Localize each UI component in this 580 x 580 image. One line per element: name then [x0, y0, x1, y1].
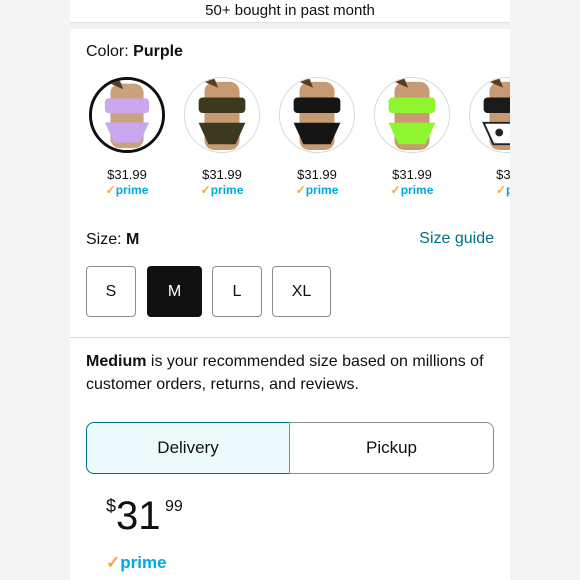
prime-text: pr: [506, 183, 510, 197]
swimsuit-thumbnail: [280, 78, 354, 152]
swatch-price: $31.99: [392, 167, 432, 182]
prime-text: prime: [400, 183, 434, 197]
color-swatch-black[interactable]: $31.99 ✓prime: [276, 77, 358, 197]
selected-size-value: M: [126, 231, 140, 248]
price-currency: $: [106, 496, 117, 516]
size-option-xl[interactable]: XL: [272, 266, 331, 317]
size-option-m[interactable]: M: [147, 266, 202, 317]
prime-check-icon: ✓: [106, 553, 121, 572]
color-swatch-neon-green[interactable]: $31.99 ✓prime: [371, 77, 453, 197]
color-label-prefix: Color:: [86, 43, 129, 60]
swatch-image: [279, 77, 355, 153]
color-swatch-floral[interactable]: $31 ✓pr: [466, 77, 510, 197]
tab-delivery[interactable]: Delivery: [86, 422, 290, 474]
prime-badge: ✓prime: [181, 183, 263, 197]
prime-check-icon: ✓: [105, 183, 116, 197]
left-margin: [0, 0, 70, 580]
swatch-image: [184, 77, 260, 153]
prime-check-icon: ✓: [390, 183, 401, 197]
color-label: Color: Purple: [86, 43, 183, 61]
right-margin: [510, 0, 580, 580]
prime-badge: ✓prime: [276, 183, 358, 197]
price-whole: 31: [116, 494, 161, 538]
swimsuit-thumbnail: [470, 78, 510, 152]
prime-text: prime: [210, 183, 244, 197]
section-gap: [70, 23, 510, 29]
swatch-image: [469, 77, 510, 153]
price-fraction: 99: [165, 498, 183, 515]
prime-text: prime: [305, 183, 339, 197]
prime-badge: ✓prime: [371, 183, 453, 197]
fulfillment-tabs: Delivery Pickup: [86, 422, 494, 476]
product-panel: 50+ bought in past month Color: Purple $…: [70, 0, 510, 580]
swatch-price: $31.99: [297, 167, 337, 182]
section-divider: [70, 337, 510, 338]
size-label: Size: M: [86, 231, 139, 249]
prime-text: prime: [120, 553, 167, 572]
color-swatches: $31.99 ✓prime $31.99 ✓prime $31.99 ✓prim…: [86, 77, 510, 207]
color-swatch-purple[interactable]: $31.99 ✓prime: [86, 77, 168, 197]
bought-count-text: 50+ bought in past month: [205, 2, 375, 19]
recommendation-text: is your recommended size based on millio…: [86, 353, 484, 393]
swatch-price: $31: [496, 167, 510, 182]
prime-check-icon: ✓: [295, 183, 306, 197]
prime-badge: ✓pr: [466, 183, 510, 197]
size-label-prefix: Size:: [86, 231, 122, 248]
swatch-image: [374, 77, 450, 153]
prime-badge-large: ✓prime: [106, 553, 167, 573]
size-guide-link[interactable]: Size guide: [419, 230, 494, 248]
color-swatch-olive[interactable]: $31.99 ✓prime: [181, 77, 263, 197]
swimsuit-thumbnail: [185, 78, 259, 152]
swatch-image: [89, 77, 165, 153]
recommended-size: Medium: [86, 353, 147, 370]
prime-text: prime: [115, 183, 149, 197]
tab-pickup[interactable]: Pickup: [289, 422, 494, 474]
selected-color-value: Purple: [133, 43, 183, 60]
social-proof-strip: 50+ bought in past month: [70, 0, 510, 23]
prime-badge: ✓prime: [86, 183, 168, 197]
size-option-s[interactable]: S: [86, 266, 136, 317]
prime-check-icon: ✓: [200, 183, 211, 197]
swatch-price: $31.99: [107, 167, 147, 182]
size-option-l[interactable]: L: [212, 266, 262, 317]
swatch-price: $31.99: [202, 167, 242, 182]
size-recommendation: Medium is your recommended size based on…: [86, 350, 506, 396]
swimsuit-thumbnail: [375, 78, 449, 152]
swimsuit-thumbnail: [92, 80, 162, 150]
prime-check-icon: ✓: [495, 183, 507, 197]
